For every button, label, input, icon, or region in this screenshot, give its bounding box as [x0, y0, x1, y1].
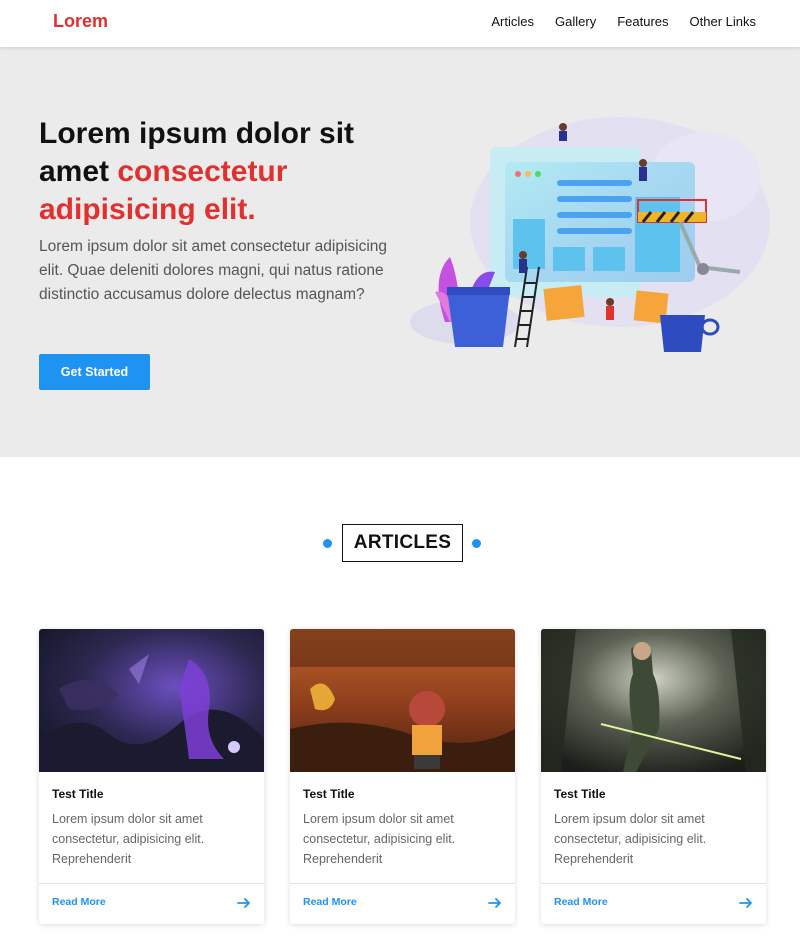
- read-more-link[interactable]: Read More: [52, 896, 106, 908]
- navbar: Lorem Articles Gallery Features Other Li…: [0, 0, 800, 47]
- article-footer: Read More: [39, 883, 264, 924]
- article-excerpt: Lorem ipsum dolor sit amet consectetur, …: [554, 812, 707, 866]
- get-started-button[interactable]: Get Started: [39, 354, 150, 390]
- nav-link-articles[interactable]: Articles: [491, 14, 534, 29]
- article-title: Test Title: [303, 787, 355, 801]
- hero-illustration: [410, 117, 770, 352]
- article-card-2: Test Title Lorem ipsum dolor sit amet co…: [290, 629, 515, 924]
- article-footer: Read More: [290, 883, 515, 924]
- arrow-right-icon[interactable]: [487, 895, 503, 911]
- article-card-3: Test Title Lorem ipsum dolor sit amet co…: [541, 629, 766, 924]
- hero-title: Lorem ipsum dolor sit amet consectetur a…: [39, 115, 399, 229]
- articles-heading-group: ARTICLES: [0, 524, 800, 562]
- hero-description: Lorem ipsum dolor sit amet consectetur a…: [39, 238, 388, 303]
- hero-section: Lorem ipsum dolor sit amet consectetur a…: [0, 47, 800, 457]
- heading-dot-right: [472, 539, 481, 548]
- read-more-link[interactable]: Read More: [554, 896, 608, 908]
- logo[interactable]: Lorem: [53, 11, 108, 32]
- heading-dot-left: [323, 539, 332, 548]
- article-footer: Read More: [541, 883, 766, 924]
- nav-link-features[interactable]: Features: [617, 14, 668, 29]
- arrow-right-icon[interactable]: [236, 895, 252, 911]
- article-title: Test Title: [52, 787, 104, 801]
- article-excerpt: Lorem ipsum dolor sit amet consectetur, …: [52, 812, 205, 866]
- articles-heading: ARTICLES: [342, 524, 463, 562]
- nav-links: Articles Gallery Features Other Links: [491, 14, 756, 29]
- nav-link-gallery[interactable]: Gallery: [555, 14, 596, 29]
- nav-link-other-links[interactable]: Other Links: [690, 14, 756, 29]
- article-image-3[interactable]: [541, 629, 766, 772]
- article-excerpt: Lorem ipsum dolor sit amet consectetur, …: [303, 812, 456, 866]
- article-title: Test Title: [554, 787, 606, 801]
- article-image-1[interactable]: [39, 629, 264, 772]
- article-card-1: Test Title Lorem ipsum dolor sit amet co…: [39, 629, 264, 924]
- arrow-right-icon[interactable]: [738, 895, 754, 911]
- read-more-link[interactable]: Read More: [303, 896, 357, 908]
- article-image-2[interactable]: [290, 629, 515, 772]
